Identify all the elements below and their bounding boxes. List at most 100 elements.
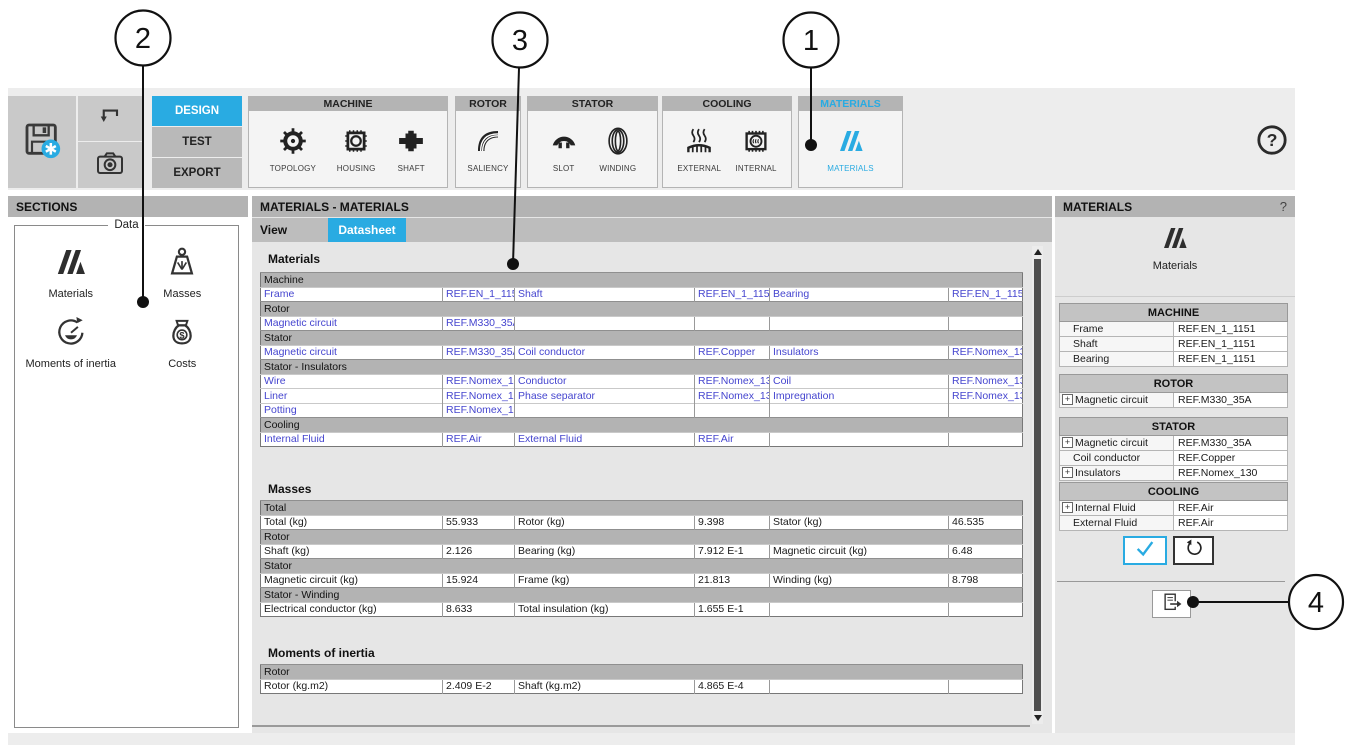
section-title: Moments of inertia [268,646,375,660]
table-cell[interactable]: Internal Fluid [261,432,443,447]
table-cell[interactable]: REF.Air [443,432,515,447]
table-cell[interactable]: Insulators [770,345,949,360]
table-cell[interactable]: External Fluid [515,432,695,447]
summary-row-value[interactable]: REF.Air [1174,501,1288,516]
summary-row-value[interactable]: REF.M330_35A [1174,436,1288,451]
table-cell[interactable]: Phase separator [515,389,695,404]
topology-icon [278,126,308,161]
sidebar-item-moments-of-inertia[interactable]: Moments of inertia [15,314,127,370]
expand-icon[interactable]: + [1062,394,1073,405]
scroll-up-icon[interactable] [1034,249,1042,255]
ribbon-item-housing[interactable]: HOUSING [337,126,376,173]
materials-icon-label: Materials [1153,260,1198,272]
table-cell [695,403,770,418]
table-cell[interactable]: REF.EN_1_1151 [443,287,515,302]
export-report-button[interactable] [1152,590,1191,618]
table-cell[interactable]: Magnetic circuit [261,345,443,360]
help-icon: ? [1255,123,1289,162]
sidebar-item-masses[interactable]: Masses [127,244,239,300]
table-cell [770,403,949,418]
mode-tab-design[interactable]: DESIGN [152,96,242,126]
help-button[interactable]: ? [1255,125,1289,159]
expand-icon[interactable]: + [1062,437,1073,448]
table-cell[interactable]: REF.Nomex_130 [949,389,1023,404]
undo-button[interactable] [78,96,142,141]
table-cell[interactable]: Impregnation [770,389,949,404]
summary-row-value[interactable]: REF.EN_1_1151 [1174,352,1288,367]
summary-row-value[interactable]: REF.Nomex_130 [1174,466,1288,481]
table-cell[interactable]: Conductor [515,374,695,389]
summary-row-value[interactable]: REF.EN_1_1151 [1174,322,1288,337]
table-cell[interactable]: REF.M330_35A [443,316,515,331]
mode-tab-test[interactable]: TEST [152,127,242,157]
scrollbar-thumb[interactable] [1034,259,1041,711]
ribbon-item-materials[interactable]: MATERIALS [827,126,874,173]
table-cell[interactable]: REF.Nomex_130 [443,403,515,418]
table-cell[interactable]: Bearing [770,287,949,302]
ribbon-item-topology[interactable]: TOPOLOGY [270,126,316,173]
summary-row-value[interactable]: REF.EN_1_1151 [1174,337,1288,352]
summary-row-label[interactable]: +Magnetic circuit [1060,436,1174,451]
horizontal-scrollbar[interactable] [252,725,1030,727]
summary-label-text: Magnetic circuit [1075,437,1148,449]
ribbon-group-body: EXTERNAL INTERNAL [662,111,792,188]
ribbon-item-saliency[interactable]: SALIENCY [467,126,508,173]
ribbon-item-slot[interactable]: SLOT [549,126,579,173]
tab-view[interactable]: View [260,218,287,242]
sidebar-item-materials[interactable]: Materials [15,244,127,300]
mode-tab-export[interactable]: EXPORT [152,158,242,188]
table-cell: Magnetic circuit (kg) [770,544,949,559]
table-cell[interactable]: REF.M330_35A [443,345,515,360]
summary-row-value[interactable]: REF.Copper [1174,451,1288,466]
table-cell[interactable]: REF.EN_1_1151 [695,287,770,302]
svg-text:2: 2 [135,23,151,55]
table-cell: 55.933 [443,515,515,530]
restore-button[interactable] [1173,536,1214,565]
sidebar-item-costs[interactable]: $Costs [127,314,239,370]
table-cell[interactable]: REF.Air [695,432,770,447]
table-cell[interactable]: Wire [261,374,443,389]
table-cell[interactable]: Frame [261,287,443,302]
summary-row-label[interactable]: +Magnetic circuit [1060,393,1174,408]
expand-icon[interactable]: + [1062,502,1073,513]
ribbon-item-shaft[interactable]: SHAFT [396,126,426,173]
save-button[interactable] [8,96,76,188]
table-cell[interactable]: REF.EN_1_1151 [949,287,1023,302]
summary-label-text: Internal Fluid [1075,502,1136,514]
table-cell[interactable]: Potting [261,403,443,418]
snapshot-button[interactable] [78,142,142,188]
table-cell[interactable]: REF.Nomex_130 [949,374,1023,389]
table-cell[interactable]: REF.Nomex_130 [695,389,770,404]
apply-button[interactable] [1123,536,1167,565]
table-cell[interactable]: Liner [261,389,443,404]
ribbon-item-internal[interactable]: INTERNAL [736,126,777,173]
table-cell[interactable]: REF.Nomex_130 [695,374,770,389]
table-cell[interactable]: Coil [770,374,949,389]
tab-datasheet[interactable]: Datasheet [328,218,406,242]
ribbon-item-winding[interactable]: WINDING [599,126,636,173]
summary-row-label[interactable]: +Insulators [1060,466,1174,481]
table-cell[interactable]: REF.Nomex_130 [443,389,515,404]
data-group-label: Data [108,219,144,231]
table-cell[interactable]: Shaft [515,287,695,302]
table-cell [695,316,770,331]
ribbon-item-external[interactable]: EXTERNAL [677,126,721,173]
table-cell[interactable]: REF.Copper [695,345,770,360]
scroll-down-icon[interactable] [1034,715,1042,721]
table-cell: 2.126 [443,544,515,559]
datasheet-table-masses: TotalTotal (kg)55.933Rotor (kg)9.398Stat… [260,500,1023,617]
summary-label-text: Bearing [1073,353,1109,365]
summary-row-label[interactable]: +Internal Fluid [1060,501,1174,516]
panel-help-icon[interactable]: ? [1280,199,1287,214]
table-cell[interactable]: Magnetic circuit [261,316,443,331]
materials-summary-cooling: COOLING+Internal FluidREF.AirExternal Fl… [1059,482,1288,531]
data-groupbox-legend: Data [15,218,238,232]
summary-row-value[interactable]: REF.Air [1174,516,1288,531]
table-cell[interactable]: Coil conductor [515,345,695,360]
table-cell [949,432,1023,447]
summary-row-value[interactable]: REF.M330_35A [1174,393,1288,408]
vertical-scrollbar[interactable] [1032,246,1043,724]
table-cell[interactable]: REF.Nomex_130 [443,374,515,389]
expand-icon[interactable]: + [1062,467,1073,478]
table-cell[interactable]: REF.Nomex_130 [949,345,1023,360]
